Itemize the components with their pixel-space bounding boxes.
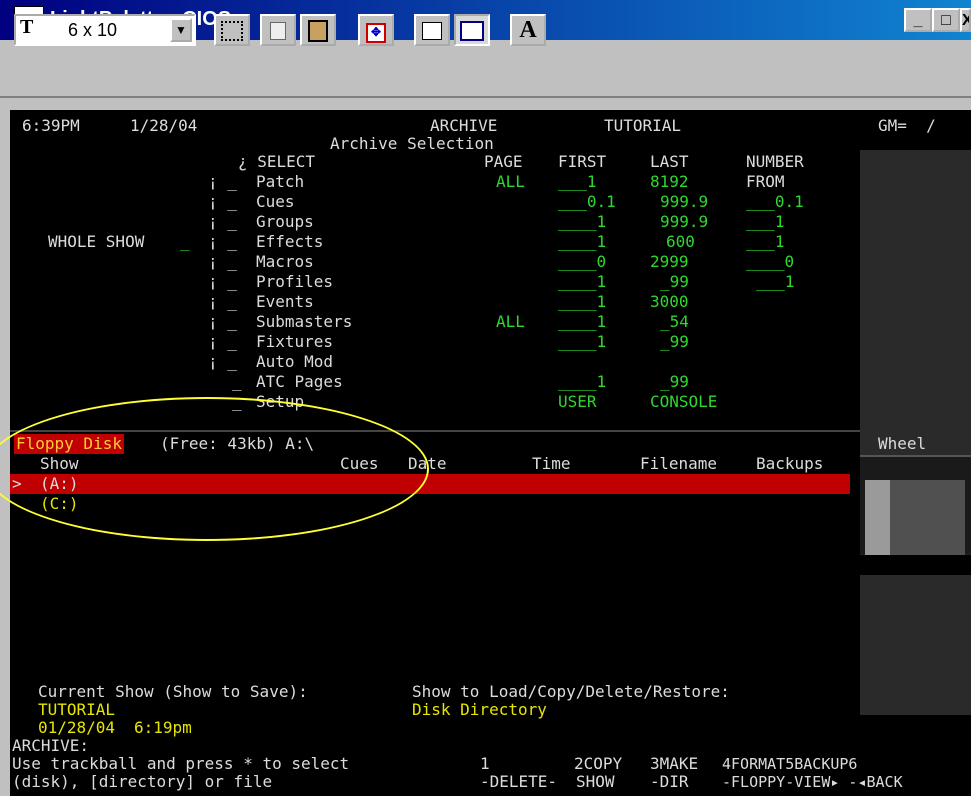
softkey-3-number[interactable]: 3MAKE: [650, 754, 698, 774]
clock: 6:39PM: [22, 116, 80, 135]
show-name: TUTORIAL: [604, 116, 682, 135]
row-label[interactable]: Macros: [256, 252, 314, 272]
row-number[interactable]: ___1: [746, 232, 785, 252]
font-size-combo[interactable]: T 6 x 10 ▼: [14, 14, 196, 46]
row-label[interactable]: Effects: [256, 232, 323, 252]
row-label[interactable]: Submasters: [256, 312, 352, 332]
row-last[interactable]: 999.9: [660, 192, 708, 212]
row-first[interactable]: ____1: [558, 212, 606, 232]
row-number[interactable]: ___1: [756, 272, 795, 292]
page-subtitle: Archive Selection: [330, 134, 494, 153]
row-number[interactable]: ___1: [746, 212, 785, 232]
row-last[interactable]: 2999: [650, 252, 689, 272]
background-icon[interactable]: [454, 14, 490, 46]
softkey-format-view-back[interactable]: -FLOPPY-VIEW▸ -◂BACK: [722, 772, 903, 792]
row-last[interactable]: 3000: [650, 292, 689, 312]
toolbar: [0, 40, 971, 98]
row-label[interactable]: Patch: [256, 172, 304, 192]
row-label[interactable]: ATC Pages: [256, 372, 343, 392]
current-show-time: 6:19pm: [134, 718, 192, 737]
softkey-2-number[interactable]: 2COPY: [574, 754, 622, 774]
wheel-level-bar: [865, 480, 890, 555]
date: 1/28/04: [130, 116, 198, 135]
col-filename: Filename: [640, 454, 718, 473]
highlight-ellipse: [0, 397, 429, 541]
row-label[interactable]: Fixtures: [256, 332, 333, 352]
whole-show-checkbox[interactable]: _: [180, 232, 190, 252]
command-prompt: ARCHIVE:: [12, 736, 90, 755]
number-header: NUMBER: [746, 152, 804, 171]
maximize-button[interactable]: □: [932, 8, 960, 32]
help-line-2: (disk), [directory] or file: [12, 772, 273, 791]
row-label[interactable]: Groups: [256, 212, 314, 232]
wheel-label: Wheel: [878, 434, 927, 453]
minimize-button[interactable]: _: [904, 8, 932, 32]
row-label[interactable]: Events: [256, 292, 314, 312]
softkey-1-number[interactable]: 1: [480, 754, 490, 774]
row-number[interactable]: ____0: [746, 252, 794, 272]
current-show-name: TUTORIAL: [38, 700, 116, 719]
row-first[interactable]: ____1: [558, 292, 606, 312]
row-first[interactable]: ____0: [558, 252, 606, 272]
select-icon[interactable]: [214, 14, 250, 46]
softkey-make-dir[interactable]: -DIR: [650, 772, 689, 792]
row-last[interactable]: 999.9: [660, 212, 708, 232]
row-first[interactable]: ____1: [558, 332, 606, 352]
current-show-label: Current Show (Show to Save):: [38, 682, 308, 701]
row-first[interactable]: ____1: [558, 372, 606, 392]
load-value[interactable]: Disk Directory: [412, 700, 547, 720]
chevron-down-icon[interactable]: ▼: [170, 18, 192, 42]
row-first[interactable]: USER: [558, 392, 597, 412]
select-header: ¿ SELECT: [238, 152, 316, 171]
row-page: ALL: [496, 172, 525, 191]
load-label: Show to Load/Copy/Delete/Restore:: [412, 682, 730, 701]
current-show-date: 01/28/04: [38, 718, 116, 737]
row-last[interactable]: _54: [660, 312, 689, 332]
softkey-copy-show[interactable]: SHOW: [576, 772, 615, 792]
row-page: ALL: [496, 312, 525, 331]
row-last[interactable]: _99: [660, 272, 689, 292]
row-first[interactable]: ____1: [558, 232, 606, 252]
col-backups: Backups: [756, 454, 824, 473]
font-size-value: 6 x 10: [68, 20, 118, 40]
help-line-1: Use trackball and press * to select: [12, 754, 350, 773]
close-button[interactable]: X: [960, 8, 971, 32]
paste-icon[interactable]: [300, 14, 336, 46]
whole-show-label[interactable]: WHOLE SHOW: [48, 232, 144, 252]
softkey-4-6-numbers[interactable]: 4FORMAT5BACKUP6: [722, 754, 857, 774]
row-last[interactable]: _99: [660, 372, 689, 392]
row-label[interactable]: Auto Mod: [256, 352, 333, 372]
page-header: PAGE: [484, 152, 523, 171]
row-label[interactable]: Profiles: [256, 272, 333, 292]
grandmaster: GM= /: [878, 116, 936, 135]
row-last[interactable]: 600: [666, 232, 695, 252]
first-header: FIRST: [558, 152, 607, 171]
col-time: Time: [532, 454, 571, 473]
row-first[interactable]: ___0.1: [558, 192, 616, 212]
row-first[interactable]: ___1: [558, 172, 597, 192]
text-tool-icon[interactable]: A: [510, 14, 546, 46]
last-header: LAST: [650, 152, 689, 171]
row-first[interactable]: ____1: [558, 272, 606, 292]
copy-icon[interactable]: [260, 14, 296, 46]
font-icon: T: [20, 16, 34, 38]
row-last[interactable]: 8192: [650, 172, 689, 192]
row-last[interactable]: CONSOLE: [650, 392, 717, 412]
row-label[interactable]: Cues: [256, 192, 295, 212]
mode-label: ARCHIVE: [430, 116, 498, 135]
row-last[interactable]: _99: [660, 332, 689, 352]
fullscreen-icon[interactable]: ✥: [358, 14, 394, 46]
from-header: FROM: [746, 172, 785, 191]
side-pane-bottom: [860, 575, 971, 715]
row-first[interactable]: ____1: [558, 312, 606, 332]
row-number[interactable]: ___0.1: [746, 192, 804, 212]
softkey-delete[interactable]: -DELETE-: [480, 772, 557, 792]
properties-icon[interactable]: [414, 14, 450, 46]
